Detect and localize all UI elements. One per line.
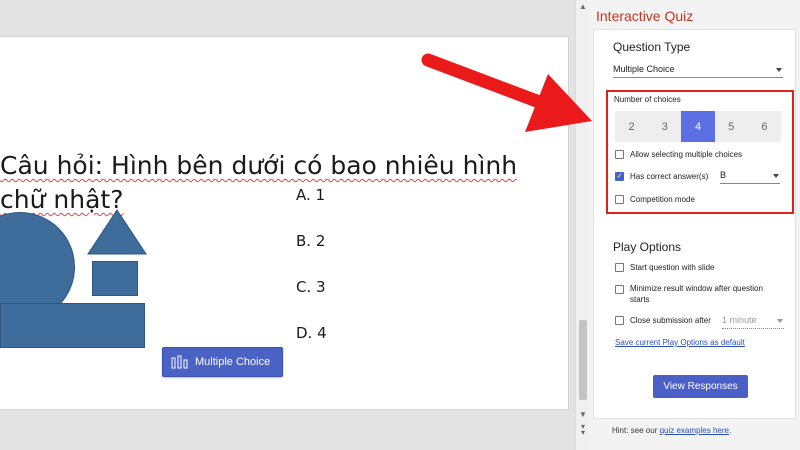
- answer-option-b: B. 2: [296, 232, 326, 250]
- question-type-heading: Question Type: [613, 40, 691, 54]
- minimize-label-line-1: Minimize result window after question: [630, 284, 763, 293]
- number-of-choices-selector: 2 3 4 5 6: [615, 111, 781, 142]
- start-with-slide-row: Start question with slide: [615, 263, 715, 272]
- hint-text: Hint: see our quiz examples here.: [612, 426, 731, 435]
- question-type-select[interactable]: Multiple Choice: [613, 64, 783, 78]
- chevron-down-icon: [777, 319, 783, 323]
- minimize-label-line-2: starts: [630, 295, 650, 304]
- competition-checkbox[interactable]: [615, 195, 624, 204]
- choice-count-2[interactable]: 2: [615, 111, 648, 142]
- answer-option-c: C. 3: [296, 278, 326, 296]
- panel-title: Interactive Quiz: [596, 8, 694, 24]
- triangle-shape[interactable]: [87, 209, 147, 255]
- save-play-options-link[interactable]: Save current Play Options as default: [615, 338, 745, 347]
- choice-count-3[interactable]: 3: [648, 111, 681, 142]
- has-correct-checkbox[interactable]: ✓: [615, 172, 624, 181]
- close-submission-select[interactable]: 1 minute: [722, 315, 784, 329]
- start-with-slide-checkbox[interactable]: [615, 263, 624, 272]
- correct-answer-value: B: [720, 170, 727, 180]
- minimize-checkbox[interactable]: [615, 285, 624, 294]
- answer-option-a: A. 1: [296, 186, 326, 204]
- question-type-value: Multiple Choice: [613, 64, 675, 74]
- allow-multiple-row: Allow selecting multiple choices: [615, 150, 742, 159]
- question-text: Câu hỏi: Hình bên dưới có bao nhiêu hình…: [0, 149, 560, 217]
- multiple-choice-badge[interactable]: Multiple Choice: [162, 347, 283, 377]
- close-submission-label: Close submission after: [630, 316, 711, 325]
- competition-label: Competition mode: [630, 195, 695, 204]
- close-submission-checkbox[interactable]: [615, 316, 624, 325]
- vertical-scrollbar[interactable]: ▲ ▼ ▾ ▾: [575, 0, 589, 450]
- badge-label: Multiple Choice: [195, 356, 271, 368]
- allow-multiple-label: Allow selecting multiple choices: [630, 150, 743, 159]
- choice-count-4[interactable]: 4: [681, 111, 715, 142]
- has-correct-label: Has correct answer(s): [630, 172, 709, 181]
- hint-suffix: .: [728, 426, 732, 435]
- allow-multiple-checkbox[interactable]: [615, 150, 624, 159]
- next-slide-icon[interactable]: ▾ ▾: [578, 423, 588, 437]
- quiz-examples-link[interactable]: quiz examples here: [660, 426, 729, 435]
- choice-count-6[interactable]: 6: [748, 111, 781, 142]
- start-with-slide-label: Start question with slide: [630, 263, 715, 272]
- answer-option-d: D. 4: [296, 324, 327, 342]
- chevron-down-icon: [773, 174, 779, 178]
- rectangle-shape[interactable]: [0, 303, 145, 348]
- has-correct-row: ✓ Has correct answer(s): [615, 172, 708, 181]
- play-options-heading: Play Options: [613, 240, 682, 254]
- view-responses-button[interactable]: View Responses: [653, 375, 748, 398]
- close-submission-row: Close submission after: [615, 316, 711, 325]
- competition-row: Competition mode: [615, 195, 695, 204]
- slide-canvas[interactable]: Câu hỏi: Hình bên dưới có bao nhiêu hình…: [0, 37, 568, 409]
- close-submission-value: 1 minute: [722, 315, 757, 325]
- scroll-up-icon[interactable]: ▲: [578, 2, 588, 12]
- question-line-1: Câu hỏi: Hình bên dưới có bao nhiêu hình: [0, 151, 518, 180]
- number-of-choices-label: Number of choices: [614, 95, 681, 104]
- bar-chart-icon: [171, 355, 188, 369]
- scrollbar-thumb[interactable]: [579, 320, 587, 400]
- square-shape[interactable]: [92, 261, 138, 296]
- minimize-row: Minimize result window after question st…: [615, 283, 763, 305]
- minimize-label: Minimize result window after question st…: [630, 283, 763, 305]
- hint-prefix: Hint: see our: [612, 426, 660, 435]
- panel-card: [593, 29, 796, 419]
- scroll-down-icon[interactable]: ▼: [578, 410, 588, 420]
- choice-count-5[interactable]: 5: [715, 111, 748, 142]
- chevron-down-icon: [776, 68, 782, 72]
- correct-answer-select[interactable]: B: [720, 170, 780, 184]
